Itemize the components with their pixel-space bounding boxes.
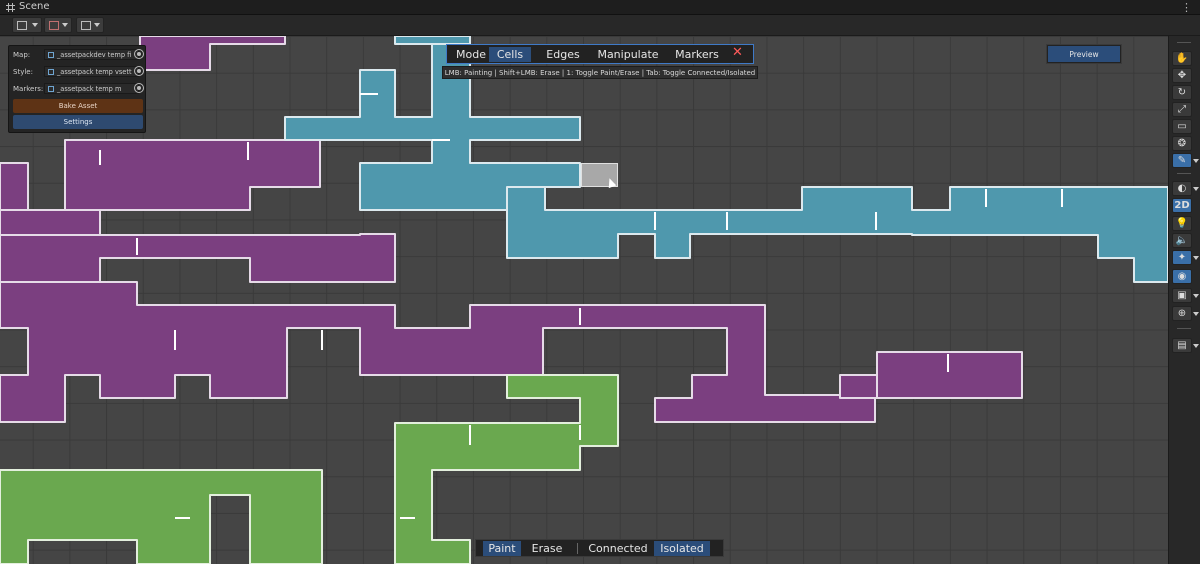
style-field[interactable]: _assetpack temp vsett [44,66,139,77]
chevron-down-icon[interactable] [1193,187,1199,191]
mode-cells-tab[interactable]: Cells [489,47,531,62]
rotate-icon[interactable]: ↻ [1172,85,1192,100]
chevron-down-icon[interactable] [1193,159,1199,163]
green-region-bottom-left [0,469,323,564]
brush-icon[interactable]: ✎ [1172,153,1192,168]
light-icon[interactable]: 💡 [1172,216,1192,231]
map-row: Map: _assetpackdev temp fi [13,48,144,61]
2d-toggle[interactable]: 2D [1172,198,1192,213]
chevron-down-icon[interactable] [1193,344,1199,348]
map-value: _assetpackdev temp fi [57,51,132,59]
transform-icon[interactable]: ❂ [1172,136,1192,151]
settings-button[interactable]: Settings [13,115,143,129]
connected-button[interactable]: Connected [586,541,650,556]
markers-label: Markers: [13,84,44,93]
divider [1177,173,1191,174]
toolbar-divider [577,543,578,554]
rect-icon[interactable]: ▭ [1172,119,1192,134]
grid-icon [6,3,15,12]
preview-button[interactable]: Preview [1046,44,1122,64]
mode-label: Mode [456,48,486,61]
asset-icon [48,86,54,92]
snap-icon [49,21,59,30]
transform-tools-button[interactable] [12,17,42,33]
purple-region-top [139,36,286,71]
style-row: Style: _assetpack temp vsett [13,65,144,78]
close-icon[interactable]: ✕ [732,45,743,60]
bake-asset-button[interactable]: Bake Asset [13,99,143,113]
isolated-button[interactable]: Isolated [654,541,710,556]
scale-icon[interactable]: ⤢ [1172,102,1192,117]
markers-field[interactable]: _assetpack temp m [44,83,139,94]
kebab-menu-icon[interactable]: ⋮ [1181,1,1192,14]
chevron-down-icon [32,23,38,27]
mode-markers-tab[interactable]: Markers [669,47,725,62]
paint-button[interactable]: Paint [483,541,521,556]
chevron-down-icon[interactable] [1193,256,1199,260]
purple-region-middle [0,281,876,423]
snap-button[interactable] [44,17,72,33]
divider [1177,42,1191,43]
style-label: Style: [13,67,33,76]
visibility-icon[interactable]: ◉ [1172,269,1192,284]
object-picker-icon[interactable] [134,83,144,93]
scene-viewport[interactable] [0,36,1168,564]
mode-edges-tab[interactable]: Edges [539,47,587,62]
grid-icon [81,21,91,30]
asset-icon [48,69,54,75]
camera-icon[interactable]: ▣ [1172,288,1192,303]
scene-window-tab: Scene ⋮ [0,0,1200,15]
scene-tools-sidebar: ✋ ✥ ↻ ⤢ ▭ ❂ ✎ ◐ 2D 💡 🔈 ✦ ◉ ▣ ⊕ ▤ [1168,36,1200,564]
preview-label: Preview [1048,46,1120,62]
object-picker-icon[interactable] [134,49,144,59]
tile-map[interactable] [0,36,1168,564]
green-room-cells [0,374,619,564]
shading-icon[interactable]: ◐ [1172,181,1192,196]
effects-icon[interactable]: ✦ [1172,250,1192,265]
purple-region-right [839,351,1023,399]
chevron-down-icon[interactable] [1193,312,1199,316]
hand-icon[interactable]: ✋ [1172,51,1192,66]
gizmo-icon[interactable]: ⊕ [1172,306,1192,321]
grid-button[interactable] [76,17,104,33]
green-region-bottom-center [394,374,619,564]
erase-button[interactable]: Erase [528,541,566,556]
markers-row: Markers: _assetpack temp m [13,82,144,95]
purple-region-left-block [0,139,321,236]
audio-icon[interactable]: 🔈 [1172,233,1192,248]
markers-value: _assetpack temp m [57,85,122,93]
window-title: Scene [19,1,50,12]
blue-region-right [506,186,1168,283]
chevron-down-icon [94,23,100,27]
map-label: Map: [13,50,31,59]
layout-icon[interactable]: ▤ [1172,338,1192,353]
style-value: _assetpack temp vsett [57,68,132,76]
shortcut-hint: LMB: Painting | Shift+LMB: Erase | 1: To… [442,66,758,79]
chevron-down-icon [62,23,68,27]
move-icon[interactable]: ✥ [1172,68,1192,83]
map-field[interactable]: _assetpackdev temp fi [44,49,139,60]
divider [1177,328,1191,329]
mode-toolbar: Mode Cells Edges Manipulate Markers ✕ [446,44,754,64]
mode-manipulate-tab[interactable]: Manipulate [595,47,661,62]
purple-region-middle-left [0,233,396,283]
asset-icon [48,52,54,58]
dungeon-settings-panel: Map: _assetpackdev temp fi Style: _asset… [8,45,146,133]
chevron-down-icon[interactable] [1193,294,1199,298]
transform-tools-icon [17,21,27,30]
paint-mode-toolbar: Paint Erase Connected Isolated [475,539,724,557]
object-picker-icon[interactable] [134,66,144,76]
scene-toolbar [0,15,1200,36]
